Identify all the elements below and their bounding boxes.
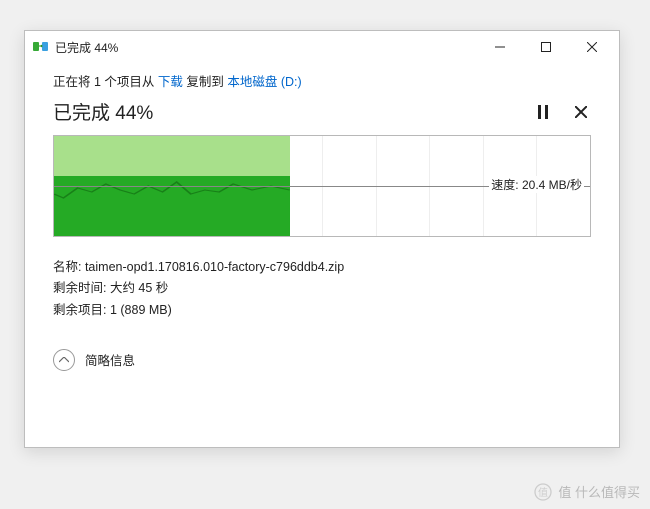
detail-name: 名称: taimen-opd1.170816.010-factory-c796d… bbox=[53, 257, 591, 278]
watermark: 值 值 什么值得买 bbox=[534, 482, 640, 501]
file-copy-dialog: 已完成 44% 正在将 1 个项目从 下载 复制到 本地磁盘 (D:) 已完成 … bbox=[24, 30, 620, 448]
close-button[interactable] bbox=[569, 31, 615, 63]
details-toggle-label[interactable]: 简略信息 bbox=[85, 350, 135, 369]
detail-items-remaining: 剩余项目: 1 (889 MB) bbox=[53, 300, 591, 321]
copy-transfer-icon bbox=[33, 39, 49, 55]
watermark-text: 值 什么值得买 bbox=[558, 482, 640, 501]
progress-row: 已完成 44% bbox=[53, 98, 591, 125]
copy-description: 正在将 1 个项目从 下载 复制到 本地磁盘 (D:) bbox=[53, 71, 591, 90]
cancel-button[interactable] bbox=[571, 102, 591, 122]
details-toggle-row: 简略信息 bbox=[53, 349, 591, 371]
copy-prefix: 正在将 1 个项目从 bbox=[53, 75, 158, 89]
watermark-icon: 值 bbox=[534, 483, 552, 501]
progress-text: 已完成 44% bbox=[53, 98, 153, 125]
minimize-button[interactable] bbox=[477, 31, 523, 63]
progress-controls bbox=[533, 102, 591, 122]
maximize-button[interactable] bbox=[523, 31, 569, 63]
titlebar[interactable]: 已完成 44% bbox=[25, 31, 619, 63]
copy-mid: 复制到 bbox=[183, 75, 227, 89]
detail-time-remaining: 剩余时间: 大约 45 秒 bbox=[53, 278, 591, 299]
source-link[interactable]: 下载 bbox=[158, 75, 183, 89]
dialog-content: 正在将 1 个项目从 下载 复制到 本地磁盘 (D:) 已完成 44% bbox=[25, 63, 619, 387]
chart-speed-area bbox=[54, 176, 290, 236]
svg-text:值: 值 bbox=[538, 486, 548, 499]
chevron-up-icon bbox=[59, 357, 69, 363]
transfer-chart: 速度: 20.4 MB/秒 bbox=[53, 135, 591, 237]
dest-link[interactable]: 本地磁盘 (D:) bbox=[227, 75, 301, 89]
speed-label: 速度: 20.4 MB/秒 bbox=[489, 176, 584, 193]
window-controls bbox=[477, 31, 615, 63]
pause-button[interactable] bbox=[533, 102, 553, 122]
window-title: 已完成 44% bbox=[55, 39, 477, 56]
transfer-details: 名称: taimen-opd1.170816.010-factory-c796d… bbox=[53, 257, 591, 321]
collapse-button[interactable] bbox=[53, 349, 75, 371]
